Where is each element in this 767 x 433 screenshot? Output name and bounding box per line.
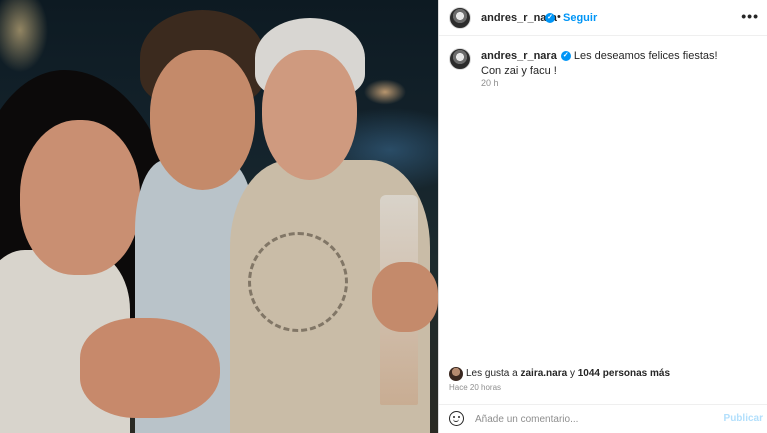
verified-badge-icon: ✓ xyxy=(545,13,555,23)
likes-summary: Les gusta a zaira.nara y 1044 personas m… xyxy=(439,364,767,384)
caption-line-1: Les deseamos felices fiestas! xyxy=(573,50,718,62)
liker-avatar[interactable] xyxy=(449,367,463,381)
caption-line-2: Con zai y facu ! xyxy=(481,65,557,77)
likes-joiner: y xyxy=(567,368,578,379)
likes-count-link[interactable]: 1044 personas más xyxy=(578,368,670,379)
caption-text: andres_r_nara ✓ Les deseamos felices fies… xyxy=(481,49,757,79)
photo-hand xyxy=(80,318,220,418)
verified-badge-icon: ✓ xyxy=(560,51,571,62)
comment-input[interactable] xyxy=(475,411,715,427)
separator-dot: • xyxy=(557,11,561,23)
post-photo[interactable] xyxy=(0,0,438,433)
follow-button[interactable]: Seguir xyxy=(563,12,597,24)
likes-prefix: Les gusta a xyxy=(466,368,521,379)
photo-man2-face xyxy=(262,50,357,180)
post-timestamp[interactable]: Hace 20 horas xyxy=(449,383,501,392)
post-side-panel: andres_r_nara ✓ • Seguir ••• andres_r_na… xyxy=(439,0,767,433)
caption-avatar[interactable] xyxy=(449,48,471,70)
photo-woman-face xyxy=(20,120,140,275)
comment-bar: Publicar xyxy=(439,404,767,433)
avatar[interactable] xyxy=(449,7,471,29)
caption-username[interactable]: andres_r_nara xyxy=(481,50,557,62)
caption-timestamp[interactable]: 20 h xyxy=(481,78,499,88)
photo-hand-holding-glass xyxy=(372,262,438,332)
publish-button[interactable]: Publicar xyxy=(724,413,763,424)
likes-text: Les gusta a zaira.nara y 1044 personas m… xyxy=(466,368,670,379)
more-options-icon[interactable]: ••• xyxy=(741,8,759,24)
post-header: andres_r_nara ✓ • Seguir ••• xyxy=(439,0,767,36)
photo-shirt-print xyxy=(248,232,348,332)
liker-username[interactable]: zaira.nara xyxy=(520,368,567,379)
emoji-icon[interactable] xyxy=(449,411,464,426)
photo-man1-face xyxy=(150,50,255,190)
